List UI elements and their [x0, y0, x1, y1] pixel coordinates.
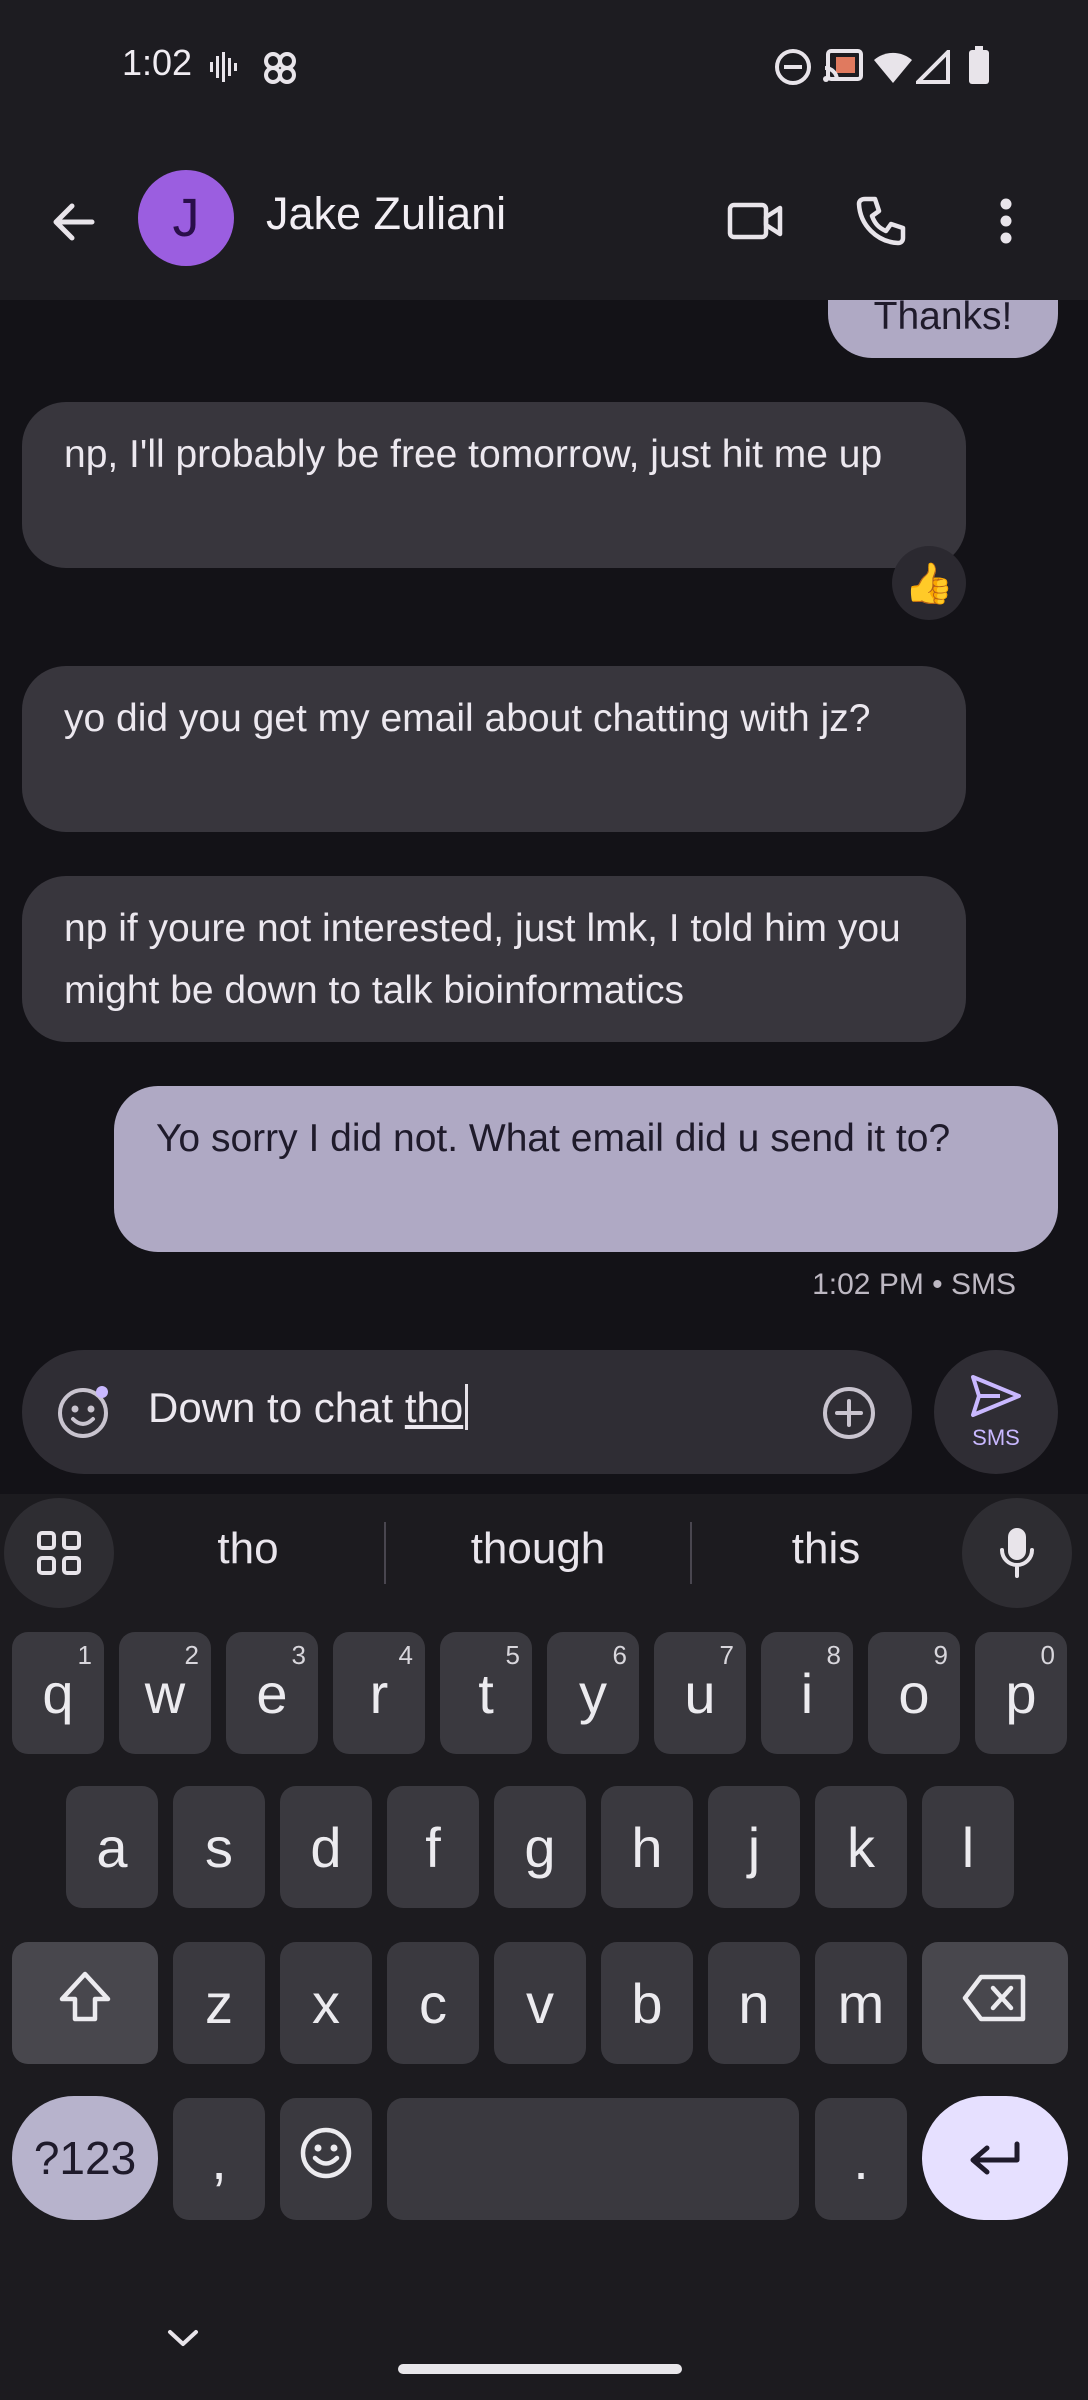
key-y[interactable]: y6: [547, 1632, 639, 1754]
suggestion-1[interactable]: tho: [130, 1524, 366, 1574]
phone-icon[interactable]: [838, 178, 924, 264]
mic-icon[interactable]: [962, 1498, 1072, 1608]
period-key[interactable]: .: [815, 2098, 907, 2220]
avatar[interactable]: J: [138, 170, 234, 266]
cell-signal-icon: [913, 47, 950, 89]
key-z[interactable]: z: [173, 1942, 265, 2064]
key-s[interactable]: s: [173, 1786, 265, 1908]
shift-key[interactable]: [12, 1942, 158, 2064]
shift-icon: [57, 1969, 113, 2038]
key-r[interactable]: r4: [333, 1632, 425, 1754]
wifi-icon: [872, 50, 914, 89]
comma-key[interactable]: ,: [173, 2098, 265, 2220]
key-c[interactable]: c: [387, 1942, 479, 2064]
pinwheel-icon: [260, 48, 300, 93]
status-time: 1:02: [122, 42, 193, 83]
key-x[interactable]: x: [280, 1942, 372, 2064]
message-timestamp: 1:02 PM • SMS: [812, 1268, 1016, 1301]
enter-icon: [967, 2126, 1023, 2191]
hide-keyboard-icon[interactable]: [150, 2316, 216, 2360]
battery-icon: [968, 46, 990, 89]
emoji-key[interactable]: [280, 2098, 372, 2220]
compose-text[interactable]: Down to chat tho: [148, 1384, 469, 1432]
message-bubble-outgoing[interactable]: Yo sorry I did not. What email did u sen…: [114, 1086, 1058, 1252]
enter-key[interactable]: [922, 2096, 1068, 2220]
contact-name[interactable]: Jake Zuliani: [266, 188, 506, 240]
key-h[interactable]: h: [601, 1786, 693, 1908]
send-icon: [970, 1374, 1022, 1423]
back-arrow-icon[interactable]: [34, 182, 114, 262]
suggestion-2[interactable]: though: [400, 1524, 676, 1574]
key-u[interactable]: u7: [654, 1632, 746, 1754]
key-l[interactable]: l: [922, 1786, 1014, 1908]
more-vert-icon[interactable]: [966, 178, 1046, 264]
key-o[interactable]: o9: [868, 1632, 960, 1754]
do-not-disturb-icon: [774, 48, 812, 91]
compose-current-word: tho: [404, 1384, 464, 1431]
suggestion-divider: [384, 1522, 386, 1584]
suggestion-3[interactable]: this: [706, 1524, 946, 1574]
key-e[interactable]: e3: [226, 1632, 318, 1754]
message-bubble-outgoing[interactable]: Thanks!: [828, 300, 1058, 358]
key-b[interactable]: b: [601, 1942, 693, 2064]
send-button[interactable]: SMS: [934, 1350, 1058, 1474]
message-bubble-incoming[interactable]: yo did you get my email about chatting w…: [22, 666, 966, 832]
apps-grid-icon[interactable]: [4, 1498, 114, 1608]
key-d[interactable]: d: [280, 1786, 372, 1908]
key-g[interactable]: g: [494, 1786, 586, 1908]
voicemail-icon: [208, 50, 238, 89]
emoji-icon: [298, 2125, 354, 2194]
key-q[interactable]: q1: [12, 1632, 104, 1754]
key-k[interactable]: k: [815, 1786, 907, 1908]
key-p[interactable]: p0: [975, 1632, 1067, 1754]
suggestion-divider: [690, 1522, 692, 1584]
key-n[interactable]: n: [708, 1942, 800, 2064]
gesture-nav-handle[interactable]: [398, 2364, 682, 2374]
key-f[interactable]: f: [387, 1786, 479, 1908]
message-list[interactable]: Thanks! np, I'll probably be free tomorr…: [0, 300, 1088, 1350]
emoji-icon[interactable]: [50, 1378, 118, 1446]
key-j[interactable]: j: [708, 1786, 800, 1908]
thumbs-up-reaction[interactable]: 👍: [892, 546, 966, 620]
backspace-key[interactable]: [922, 1942, 1068, 2064]
key-a[interactable]: a: [66, 1786, 158, 1908]
message-bubble-incoming[interactable]: np if youre not interested, just lmk, I …: [22, 876, 966, 1042]
key-v[interactable]: v: [494, 1942, 586, 2064]
key-t[interactable]: t5: [440, 1632, 532, 1754]
key-m[interactable]: m: [815, 1942, 907, 2064]
key-w[interactable]: w2: [119, 1632, 211, 1754]
send-sms-label: SMS: [972, 1424, 1020, 1450]
backspace-icon: [961, 1971, 1029, 2036]
add-circle-icon[interactable]: [816, 1380, 882, 1446]
cast-icon: [822, 48, 864, 89]
space-key[interactable]: [387, 2098, 799, 2220]
video-call-icon[interactable]: [712, 178, 798, 264]
symbols-key[interactable]: ?123: [12, 2096, 158, 2220]
key-i[interactable]: i8: [761, 1632, 853, 1754]
text-caret: [465, 1384, 469, 1430]
message-bubble-incoming[interactable]: np, I'll probably be free tomorrow, just…: [22, 402, 966, 568]
compose-text-prefix: Down to chat: [148, 1384, 405, 1431]
